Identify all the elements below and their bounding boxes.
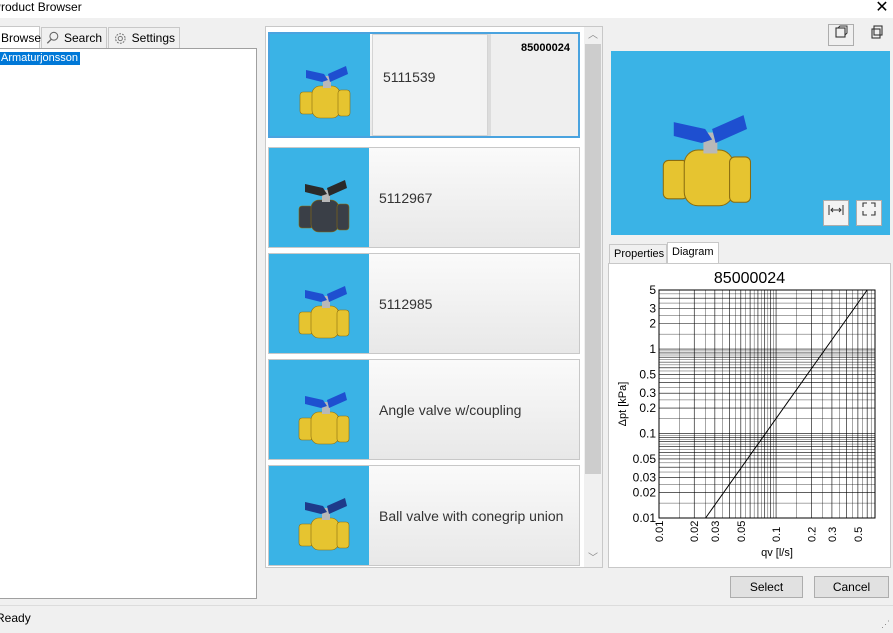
x-tick-label: 0.3 xyxy=(827,527,839,542)
list-scrollbar[interactable]: ︿ ﹀ xyxy=(584,27,602,567)
scroll-up-icon[interactable]: ︿ xyxy=(584,27,602,44)
product-thumbnail xyxy=(269,466,369,565)
title-bar: Product Browser ✕ xyxy=(0,0,893,18)
conegrip-valve-icon xyxy=(298,498,350,551)
series-line xyxy=(705,289,868,519)
x-tick-label: 0.2 xyxy=(806,527,818,542)
y-tick-label: 0.3 xyxy=(639,386,656,400)
x-tick-label: 0.02 xyxy=(689,521,701,542)
x-tick-label: 0.5 xyxy=(853,527,865,542)
product-label: Angle valve w/coupling xyxy=(379,401,522,418)
pressure-chart: 0.010.020.030.050.10.20.30.512350.01 0.02… xyxy=(617,283,876,559)
product-code-cell: 85000024 xyxy=(488,34,578,136)
y-tick-label: 0.05 xyxy=(633,452,657,466)
tab-properties[interactable]: Properties xyxy=(609,244,667,263)
x-axis-label: qv [l/s] xyxy=(761,547,793,559)
gear-icon xyxy=(115,32,126,44)
x-tick-label: 0.03 xyxy=(710,521,722,542)
x-tick-label: 0.01 xyxy=(654,521,666,542)
y-tick-label: 0.03 xyxy=(633,471,657,485)
ball-valve-icon xyxy=(298,286,350,339)
close-icon[interactable]: ✕ xyxy=(874,0,890,17)
scroll-thumb[interactable] xyxy=(585,44,601,474)
y-tick-label: 0.2 xyxy=(639,401,656,415)
window-icon xyxy=(835,25,848,38)
ball-valve-icon xyxy=(299,66,351,119)
y-tick-label: 0.1 xyxy=(639,427,656,441)
search-icon xyxy=(46,31,59,44)
y-tick-label: 2 xyxy=(649,317,656,331)
y-tick-label: 3 xyxy=(649,302,656,316)
product-card-5[interactable]: Ball valve with conegrip union xyxy=(268,465,580,566)
product-thumbnail xyxy=(269,254,369,353)
expand-icon xyxy=(862,202,876,216)
tab-search[interactable]: Search xyxy=(41,27,107,48)
fit-width-button[interactable] xyxy=(823,200,849,226)
tab-browse-label: Browse xyxy=(1,30,42,45)
windows-icon xyxy=(871,25,883,39)
diagram-title: 85000024 xyxy=(713,270,786,287)
window-title: Product Browser xyxy=(0,0,82,14)
fit-width-icon xyxy=(828,205,844,215)
product-card-4[interactable]: Angle valve w/coupling xyxy=(268,359,580,460)
category-tree[interactable]: Armaturjonsson xyxy=(0,48,257,599)
cancel-button[interactable]: Cancel xyxy=(814,576,889,598)
pressure-diagram: 85000024 0.01 0.02 0.03 0.05 0.1 0.2 0.3 0.5 1 2 3… xyxy=(608,263,891,568)
product-preview xyxy=(611,51,890,235)
tab-search-label: Search xyxy=(63,31,102,45)
angle-valve-icon xyxy=(298,392,350,445)
status-bar: Ready ⋰ xyxy=(0,605,893,633)
status-text: Ready xyxy=(0,611,31,625)
product-thumbnail xyxy=(269,360,369,459)
product-list[interactable]: 5111539 85000024 5112967 5112985 Angle v… xyxy=(265,26,603,568)
tab-browse[interactable]: Browse xyxy=(0,26,42,48)
y-axis-label: Δpt [kPa] xyxy=(617,382,629,427)
tab-settings[interactable]: Settings xyxy=(108,27,180,48)
product-card-2[interactable]: 5112967 xyxy=(268,147,580,248)
product-thumbnail xyxy=(270,34,370,136)
fullscreen-button[interactable] xyxy=(856,200,882,226)
y-tick-label: 0.5 xyxy=(639,367,656,381)
tree-item-selected[interactable]: Armaturjonsson xyxy=(0,52,81,65)
product-label: 5111539 xyxy=(383,69,436,85)
product-name-cell: 5111539 xyxy=(372,34,488,136)
scroll-down-icon[interactable]: ﹀ xyxy=(584,550,602,567)
product-label: 5112967 xyxy=(379,189,433,206)
select-button[interactable]: Select xyxy=(730,576,803,598)
product-label: Ball valve with conegrip union xyxy=(379,507,564,524)
y-tick-label: 0.01 xyxy=(633,511,657,525)
product-label: 5112985 xyxy=(379,295,433,312)
product-card-3[interactable]: 5112985 xyxy=(268,253,580,354)
view-single-button[interactable] xyxy=(828,24,854,46)
y-tick-label: 1 xyxy=(649,342,656,356)
valve-dark-icon xyxy=(298,180,350,233)
view-multi-button[interactable] xyxy=(864,24,890,46)
tab-diagram[interactable]: Diagram xyxy=(667,242,719,264)
product-thumbnail xyxy=(269,148,369,247)
tab-settings-label: Settings xyxy=(131,31,175,45)
product-card-1[interactable]: 5111539 85000024 xyxy=(268,32,580,138)
product-code: 85000024 xyxy=(521,42,570,54)
resize-grip-icon[interactable]: ⋰ xyxy=(881,619,890,630)
x-tick-label: 0.05 xyxy=(736,521,748,542)
x-tick-label: 0.1 xyxy=(771,527,783,542)
y-tick-label: 0.02 xyxy=(633,486,657,500)
